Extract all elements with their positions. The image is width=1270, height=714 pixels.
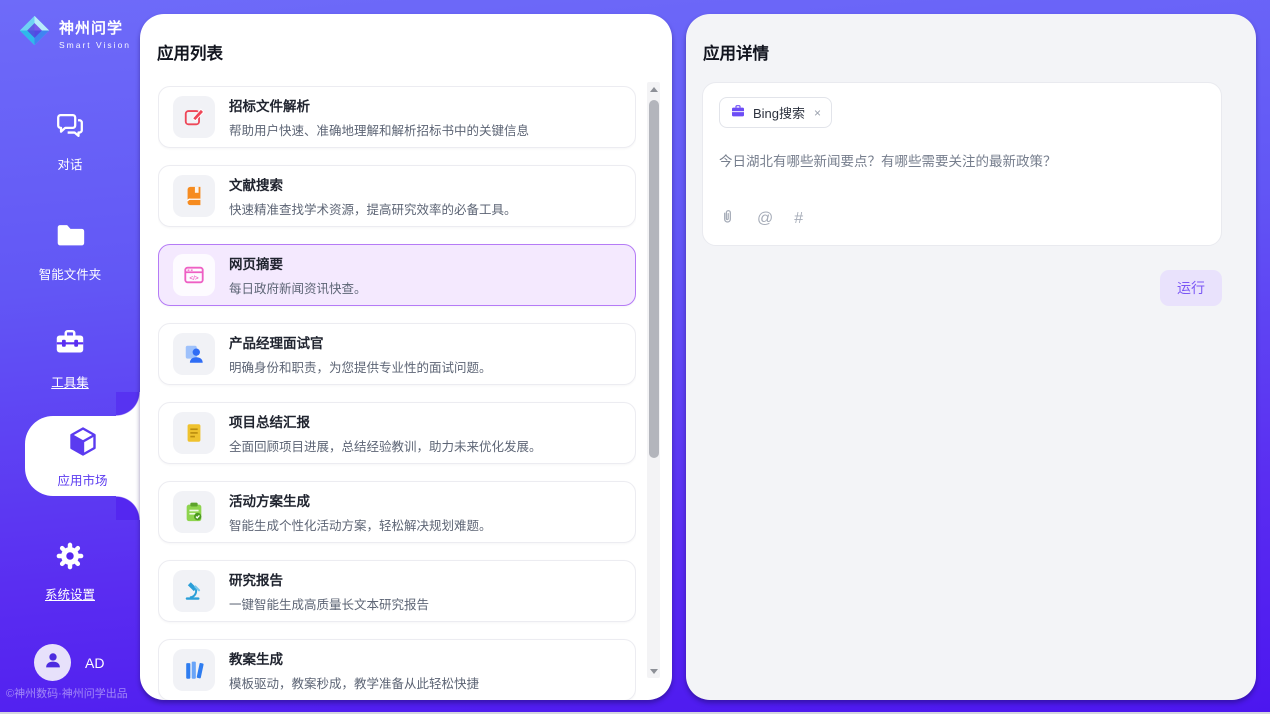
chat-icon [53,108,87,147]
app-description: 全面回顾项目进展，总结经验教训，助力未来优化发展。 [229,436,542,455]
books-icon [173,649,215,691]
sidebar-item-toolset[interactable]: 工具集 [0,326,140,391]
sidebar-item-label: 智能文件夹 [39,264,102,283]
tool-chip-label: Bing搜索 [753,103,805,122]
app-description: 模板驱动，教案秒成，教学准备从此轻松快捷 [229,673,479,692]
book-icon [173,175,215,217]
app-title: 项目总结汇报 [229,411,542,431]
app-title: 招标文件解析 [229,95,529,115]
sidebar-item-label: 应用市场 [57,470,107,489]
app-list: 招标文件解析 帮助用户快速、准确地理解和解析招标书中的关键信息 文献搜索 快速精… [158,86,636,700]
app-description: 智能生成个性化活动方案，轻松解决规划难题。 [229,515,492,534]
document-icon [173,412,215,454]
paperclip-icon[interactable] [719,207,736,231]
app-title: 研究报告 [229,569,429,589]
app-title: 教案生成 [229,648,479,668]
clipboard-check-icon [173,491,215,533]
app-logo: 神州问学 Smart Vision [18,14,131,52]
app-title: 文献搜索 [229,174,517,194]
scrollbar[interactable] [647,82,660,678]
app-card-research-report[interactable]: 研究报告 一键智能生成高质量长文本研究报告 [158,560,636,622]
folder-icon [53,218,87,257]
interviewer-icon [173,333,215,375]
app-card-bid-parse[interactable]: 招标文件解析 帮助用户快速、准确地理解和解析招标书中的关键信息 [158,86,636,148]
app-card-lesson-plan[interactable]: 教案生成 模板驱动，教案秒成，教学准备从此轻松快捷 [158,639,636,700]
app-detail-panel: 应用详情 Bing搜索 × 今日湖北有哪些新闻要点？有哪些需要关注的最新政策？ … [686,14,1256,700]
app-description: 快速精准查找学术资源，提高研究效率的必备工具。 [229,199,517,218]
logo-title: 神州问学 [59,17,131,38]
cube-icon [65,424,101,465]
active-tab-curve-top [116,392,140,416]
at-icon[interactable]: @ [757,210,773,228]
query-input-text[interactable]: 今日湖北有哪些新闻要点？有哪些需要关注的最新政策？ [719,150,1205,170]
sidebar-item-label: 对话 [57,154,82,173]
app-description: 明确身份和职责，为您提供专业性的面试问题。 [229,357,492,376]
gear-icon [54,540,86,577]
tool-chip-bing-search[interactable]: Bing搜索 × [719,97,832,128]
scroll-up-icon[interactable] [647,82,660,96]
app-description: 帮助用户快速、准确地理解和解析招标书中的关键信息 [229,120,529,139]
scrollbar-thumb[interactable] [649,100,659,458]
app-card-event-plan[interactable]: 活动方案生成 智能生成个性化活动方案，轻松解决规划难题。 [158,481,636,543]
app-list-title: 应用列表 [157,40,223,64]
run-button[interactable]: 运行 [1160,270,1222,306]
app-detail-title: 应用详情 [703,40,769,64]
app-list-panel: 应用列表 招标文件解析 帮助用户快速、准确地理解和解析招标书中的关键信息 [140,14,672,700]
sidebar: 神州问学 Smart Vision 对话 智能文件夹 [0,0,140,714]
avatar [34,644,71,681]
browser-code-icon: </> [173,254,215,296]
user-account[interactable]: AD [34,644,104,681]
app-card-project-summary[interactable]: 项目总结汇报 全面回顾项目进展，总结经验教训，助力未来优化发展。 [158,402,636,464]
app-title: 活动方案生成 [229,490,492,510]
sidebar-item-settings[interactable]: 系统设置 [0,540,140,603]
edit-icon [173,96,215,138]
app-card-literature-search[interactable]: 文献搜索 快速精准查找学术资源，提高研究效率的必备工具。 [158,165,636,227]
toolbox-icon [53,326,87,365]
app-card-pm-interviewer[interactable]: 产品经理面试官 明确身份和职责，为您提供专业性的面试问题。 [158,323,636,385]
diamond-logo-icon [18,14,51,52]
sidebar-item-app-market[interactable]: 应用市场 [25,416,140,496]
app-card-web-summary[interactable]: </> 网页摘要 每日政府新闻资讯快查。 [158,244,636,306]
app-description: 每日政府新闻资讯快查。 [229,278,367,297]
app-title: 产品经理面试官 [229,332,492,352]
prompt-composer[interactable]: Bing搜索 × 今日湖北有哪些新闻要点？有哪些需要关注的最新政策？ @ # [702,82,1222,246]
sidebar-item-label: 系统设置 [45,584,95,603]
app-description: 一键智能生成高质量长文本研究报告 [229,594,429,613]
briefcase-icon [730,103,746,122]
sidebar-item-smart-folder[interactable]: 智能文件夹 [0,218,140,283]
svg-text:</>: </> [189,275,199,282]
microscope-icon [173,570,215,612]
logo-subtitle: Smart Vision [59,40,131,50]
user-name: AD [85,655,104,671]
active-tab-curve-bottom [116,496,140,520]
sidebar-item-label: 工具集 [51,372,89,391]
avatar-person-icon [42,649,64,676]
app-title: 网页摘要 [229,253,367,273]
sidebar-item-chat[interactable]: 对话 [0,108,140,173]
copyright-footer: ©神州数码·神州问学出品 [6,685,128,701]
scroll-down-icon[interactable] [647,664,660,678]
hash-icon[interactable]: # [794,210,803,228]
close-icon[interactable]: × [814,106,821,120]
